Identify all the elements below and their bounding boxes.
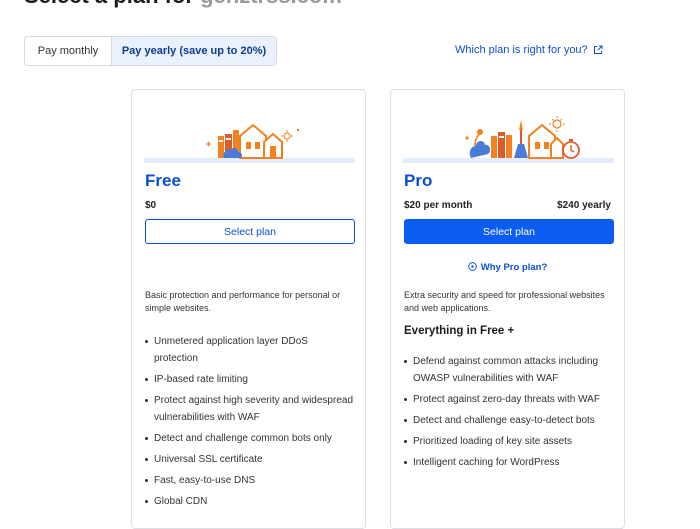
plan-price: $0 — [145, 200, 157, 211]
feature-item: Detect and challenge easy-to-detect bots — [404, 412, 612, 429]
pay-monthly-option[interactable]: Pay monthly — [25, 37, 111, 65]
which-plan-link[interactable]: Which plan is right for you? — [455, 44, 603, 56]
feature-item: Protect against zero-day threats with WA… — [404, 391, 612, 408]
feature-item: Detect and challenge common bots only — [145, 430, 353, 447]
price-row: $0 — [145, 200, 352, 211]
plan-description: Basic protection and performance for per… — [145, 290, 341, 313]
select-free-plan-button[interactable]: Select plan — [145, 219, 355, 244]
pro-plan-illustration — [403, 116, 614, 163]
billing-period-toggle: Pay monthly Pay yearly (save up to 20%) — [24, 36, 277, 66]
external-link-icon — [593, 45, 603, 54]
why-pro-plan-label: Why Pro plan? — [480, 262, 548, 273]
includes-heading: Everything in Free + — [404, 325, 515, 337]
free-plan-illustration — [144, 123, 355, 163]
pay-yearly-option[interactable]: Pay yearly (save up to 20%) — [111, 37, 276, 65]
feature-item: Fast, easy-to-use DNS — [145, 472, 353, 489]
pro-feature-list: Defend against common attacks including … — [404, 353, 612, 475]
feature-item: Prioritized loading of key site assets — [404, 433, 612, 450]
feature-item: Intelligent caching for WordPress — [404, 454, 612, 471]
pro-plan-card: Pro $20 per month $240 yearly Select pla… — [390, 89, 625, 529]
price-row: $20 per month $240 yearly — [404, 200, 611, 211]
feature-item: Global CDN — [145, 493, 353, 510]
feature-item: Unmetered application layer DDoS protect… — [145, 333, 353, 367]
plan-name: Free — [145, 171, 181, 190]
feature-item: Universal SSL certificate — [145, 451, 353, 468]
which-plan-link-label: Which plan is right for you? — [455, 44, 588, 56]
page-title-prefix: Select a plan for — [24, 0, 194, 8]
why-pro-plan-link[interactable]: Why Pro plan? — [391, 262, 624, 273]
sparkle-left — [206, 141, 211, 147]
plan-price-monthly: $20 per month — [404, 200, 473, 211]
free-plan-card: Free $0 Select plan Basic protection and… — [131, 89, 366, 529]
free-feature-list: Unmetered application layer DDoS protect… — [145, 333, 353, 514]
select-pro-plan-button[interactable]: Select plan — [404, 219, 614, 244]
feature-item: Protect against high severity and widesp… — [145, 392, 353, 426]
page-title-domain: genztrss.com — [200, 0, 342, 8]
plan-description: Extra security and speed for professiona… — [404, 290, 605, 313]
page-title: Select a plan for genztrss.com — [24, 0, 342, 9]
feature-item: Defend against common attacks including … — [404, 353, 612, 387]
plan-price-yearly: $240 yearly — [557, 200, 611, 211]
feature-item: IP-based rate limiting — [145, 371, 353, 388]
plan-name: Pro — [404, 171, 433, 190]
play-circle-icon — [467, 262, 477, 271]
